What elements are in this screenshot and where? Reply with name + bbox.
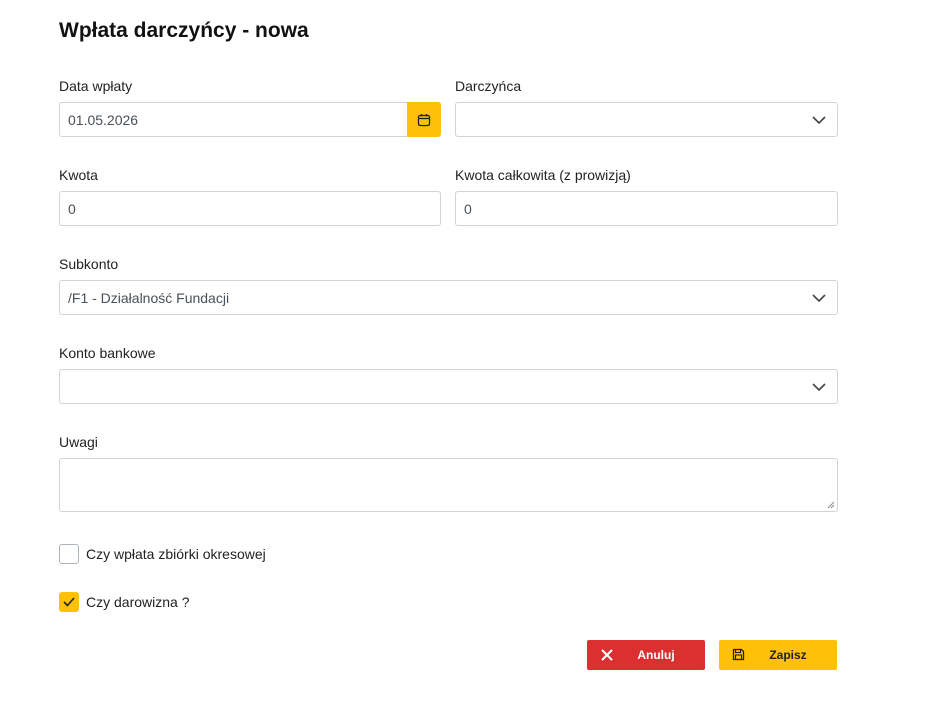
chevron-down-icon [812, 294, 826, 303]
periodic-collection-checkbox[interactable] [59, 544, 79, 564]
amount-label: Kwota [59, 167, 98, 183]
subaccount-label: Subkonto [59, 256, 119, 272]
total-amount-value: 0 [464, 200, 472, 217]
total-amount-label: Kwota całkowita (z prowizją) [455, 167, 631, 183]
is-donation-checkbox[interactable] [59, 592, 79, 612]
payment-date-input[interactable]: 01.05.2026 [59, 102, 408, 137]
bank-account-label: Konto bankowe [59, 345, 156, 361]
donor-select[interactable] [455, 102, 838, 137]
total-amount-input[interactable]: 0 [455, 191, 838, 226]
bank-account-select[interactable] [59, 369, 838, 404]
save-button[interactable]: Zapisz [719, 640, 837, 670]
subaccount-select[interactable]: /F1 - Działalność Fundacji [59, 280, 838, 315]
amount-input[interactable]: 0 [59, 191, 441, 226]
amount-value: 0 [68, 200, 76, 217]
checkmark-icon [63, 597, 75, 607]
subaccount-value: /F1 - Działalność Fundacji [68, 289, 230, 306]
notes-label: Uwagi [59, 434, 98, 450]
donor-label: Darczyńca [455, 78, 522, 94]
page-title: Wpłata darczyńcy - nowa [59, 19, 309, 42]
chevron-down-icon [812, 116, 826, 125]
payment-date-label: Data wpłaty [59, 78, 133, 94]
cancel-button[interactable]: Anuluj [587, 640, 705, 670]
is-donation-label[interactable]: Czy darowizna ? [86, 594, 190, 610]
calendar-icon [417, 113, 431, 126]
chevron-down-icon [812, 383, 826, 392]
periodic-collection-label[interactable]: Czy wpłata zbiórki okresowej [86, 546, 266, 562]
date-picker-button[interactable] [407, 102, 441, 137]
save-button-label: Zapisz [769, 648, 807, 662]
cancel-button-label: Anuluj [637, 648, 675, 662]
resize-grip-icon[interactable] [827, 501, 835, 509]
payment-date-value: 01.05.2026 [68, 111, 139, 128]
notes-textarea[interactable] [59, 458, 838, 512]
